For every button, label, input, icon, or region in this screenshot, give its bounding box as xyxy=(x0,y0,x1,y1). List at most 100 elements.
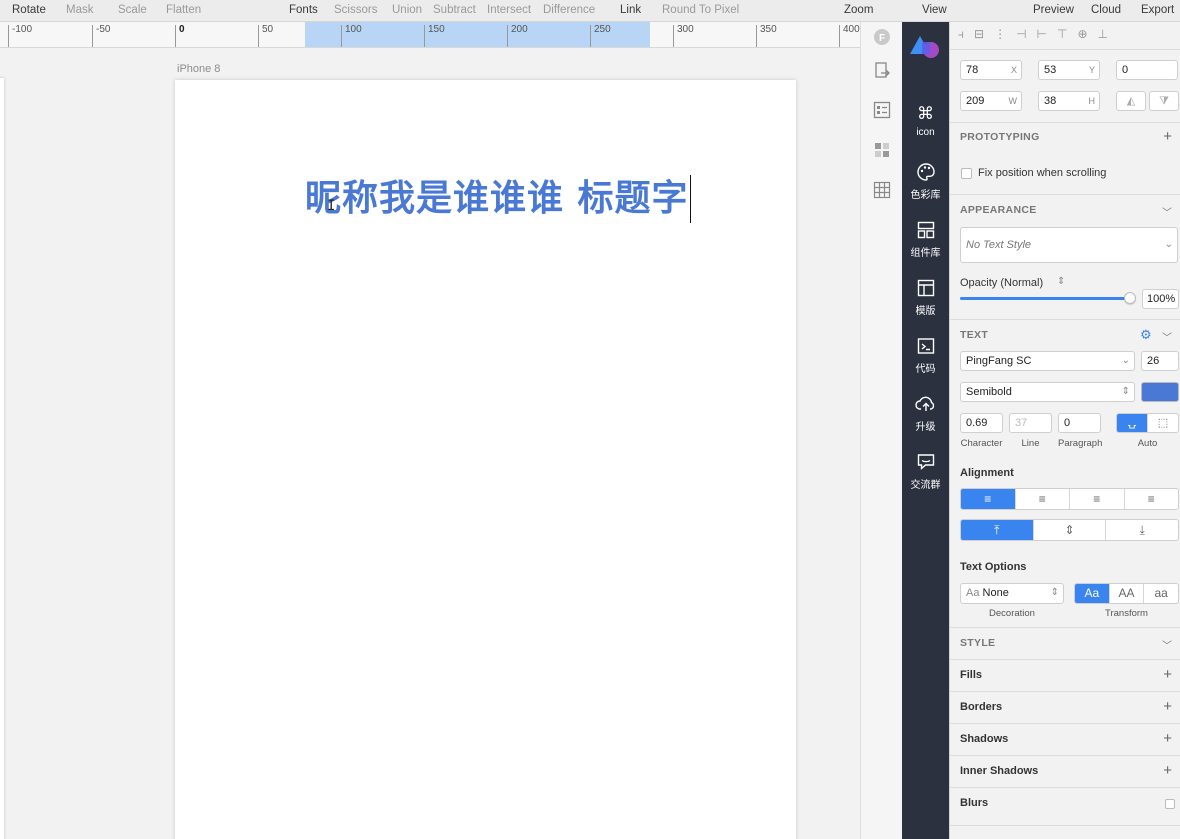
transform-uppercase[interactable]: AA xyxy=(1110,584,1145,603)
chevron-down-icon[interactable]: ﹀ xyxy=(1162,204,1172,219)
align-center-h-icon[interactable]: ⊟ xyxy=(974,27,994,41)
transform-lowercase[interactable]: aa xyxy=(1144,584,1178,603)
blur-checkbox[interactable] xyxy=(1165,799,1175,809)
symbols-icon[interactable] xyxy=(872,140,892,160)
canvas[interactable]: iPhone 8 昵称我是谁谁谁 标题字 I xyxy=(0,48,860,839)
scissors-button[interactable]: Scissors xyxy=(334,4,377,16)
paragraph-label: Paragraph xyxy=(1058,438,1103,449)
sidebar-item-palette[interactable]: 色彩库 xyxy=(902,162,949,202)
font-weight-dropdown[interactable]: Semibold ⇕ xyxy=(960,382,1135,402)
more-icon[interactable]: ⋮ xyxy=(994,27,1016,41)
opacity-mode-stepper-icon[interactable]: ⇕ xyxy=(1057,276,1065,287)
round-to-pixel-button[interactable]: Round To Pixel xyxy=(662,4,739,16)
paragraph-spacing-field[interactable]: 0 xyxy=(1058,413,1101,433)
opacity-slider-track[interactable] xyxy=(960,297,1134,300)
text-layer[interactable]: 昵称我是谁谁谁 标题字 xyxy=(305,175,692,223)
text-align-justify-icon[interactable]: ≡ xyxy=(1125,489,1179,509)
decoration-dropdown[interactable]: Aa None ⇕ xyxy=(960,583,1064,604)
text-align-right-icon[interactable]: ≡ xyxy=(1070,489,1125,509)
horizontal-ruler[interactable]: -100 -50 0 50 100 150 200 250 300 350 40… xyxy=(0,22,860,48)
align-top-icon[interactable]: ⊤ xyxy=(1057,27,1077,41)
rotation-field[interactable]: 0 xyxy=(1116,60,1178,80)
rotate-button[interactable]: Rotate xyxy=(12,4,46,16)
flip-vertical-icon[interactable]: ⧩ xyxy=(1149,91,1179,111)
x-field[interactable]: 78 X xyxy=(960,60,1022,80)
view-button[interactable]: View xyxy=(922,4,947,16)
sidebar-item-icon[interactable]: ⌘ icon xyxy=(902,104,949,139)
text-style-dropdown[interactable]: No Text Style ⌄ xyxy=(960,227,1178,263)
add-inner-shadow-icon[interactable]: + xyxy=(1163,763,1172,778)
artboard-label[interactable]: iPhone 8 xyxy=(177,63,220,75)
transform-label: Transform xyxy=(1105,608,1148,619)
add-prototyping-icon[interactable]: + xyxy=(1163,129,1172,144)
opacity-slider-knob[interactable] xyxy=(1124,292,1136,304)
gear-icon[interactable]: ⚙ xyxy=(1140,327,1152,343)
text-layer-content[interactable]: 昵称我是谁谁谁 标题字 xyxy=(305,178,689,219)
h-label: H xyxy=(1088,96,1096,106)
transform-control: Aa AA aa xyxy=(1074,583,1179,604)
subtract-button[interactable]: Subtract xyxy=(433,4,476,16)
align-bottom-icon[interactable]: ⊥ xyxy=(1098,27,1118,41)
add-border-icon[interactable]: + xyxy=(1163,699,1172,714)
character-label: Character xyxy=(960,438,1003,449)
sidebar-item-chat[interactable]: 交流群 xyxy=(902,452,949,492)
text-align-left-icon[interactable]: ≡ xyxy=(961,489,1016,509)
font-size-value: 26 xyxy=(1147,355,1160,367)
height-field[interactable]: 38 H xyxy=(1038,91,1100,111)
zoom-button[interactable]: Zoom xyxy=(844,4,873,16)
fonts-button[interactable]: Fonts xyxy=(289,4,318,16)
chat-icon xyxy=(902,452,949,477)
flatten-button[interactable]: Flatten xyxy=(166,4,201,16)
fix-position-checkbox[interactable] xyxy=(961,168,972,179)
chevron-down-icon[interactable]: ﹀ xyxy=(1162,329,1172,344)
ruler-tick: 50 xyxy=(258,25,273,47)
grid-icon[interactable] xyxy=(872,180,892,200)
add-fill-icon[interactable]: + xyxy=(1163,667,1172,682)
chevron-down-icon[interactable]: ﹀ xyxy=(1162,637,1172,652)
font-size-field[interactable]: 26 xyxy=(1141,351,1179,371)
opacity-field[interactable]: 100% xyxy=(1142,289,1179,309)
preview-button[interactable]: Preview xyxy=(1033,4,1074,16)
sidebar-item-code[interactable]: 代码 xyxy=(902,336,949,376)
scale-button[interactable]: Scale xyxy=(118,4,147,16)
width-field[interactable]: 209 W xyxy=(960,91,1022,111)
transform-none[interactable]: Aa xyxy=(1075,584,1110,603)
borders-title: Borders xyxy=(960,701,1003,713)
opacity-label: Opacity (Normal) xyxy=(960,277,1044,289)
font-family-dropdown[interactable]: PingFang SC ⌄ xyxy=(960,351,1135,371)
plugin-f-icon[interactable]: F xyxy=(872,27,892,47)
align-top-icon[interactable]: ⤒ xyxy=(961,520,1034,540)
align-middle-icon[interactable]: ⊕ xyxy=(1077,27,1097,41)
union-button[interactable]: Union xyxy=(392,4,422,16)
flip-horizontal-icon[interactable]: ◭ xyxy=(1116,91,1146,111)
distribute-h-icon[interactable]: ⊢ xyxy=(1037,27,1057,41)
fixed-size-icon[interactable]: ⬚ xyxy=(1148,414,1178,432)
cloud-button[interactable]: Cloud xyxy=(1091,4,1121,16)
align-bottom-icon[interactable]: ⤓ xyxy=(1106,520,1178,540)
align-middle-icon[interactable]: ⇕ xyxy=(1034,520,1107,540)
export-button[interactable]: Export xyxy=(1141,4,1174,16)
difference-button[interactable]: Difference xyxy=(543,4,595,16)
sidebar-item-template[interactable]: 模版 xyxy=(902,278,949,318)
y-field[interactable]: 53 Y xyxy=(1038,60,1100,80)
auto-width-icon[interactable]: ⍽ xyxy=(1117,414,1148,432)
text-align-center-icon[interactable]: ≡ xyxy=(1016,489,1070,509)
character-spacing-field[interactable]: 0.69 xyxy=(960,413,1003,433)
layer-list-icon[interactable] xyxy=(872,100,892,120)
export-artboard-icon[interactable] xyxy=(872,60,892,80)
mask-button[interactable]: Mask xyxy=(66,4,93,16)
link-button[interactable]: Link xyxy=(620,4,641,16)
divider xyxy=(950,691,1180,692)
offscreen-artboard[interactable] xyxy=(0,78,4,839)
text-color-swatch[interactable] xyxy=(1141,382,1179,402)
sidebar-item-label: 色彩库 xyxy=(910,190,941,201)
sidebar-logo[interactable] xyxy=(902,32,949,67)
align-right-icon[interactable]: ⊣ xyxy=(1016,27,1036,41)
sidebar-item-components[interactable]: 组件库 xyxy=(902,220,949,260)
sidebar-item-upgrade[interactable]: 升级 xyxy=(902,394,949,434)
intersect-button[interactable]: Intersect xyxy=(487,4,531,16)
add-shadow-icon[interactable]: + xyxy=(1163,731,1172,746)
align-left-icon[interactable]: ⫞ xyxy=(958,27,974,41)
line-height-field[interactable]: 37 xyxy=(1009,413,1052,433)
artboard-iphone-8[interactable]: 昵称我是谁谁谁 标题字 I xyxy=(175,80,796,839)
